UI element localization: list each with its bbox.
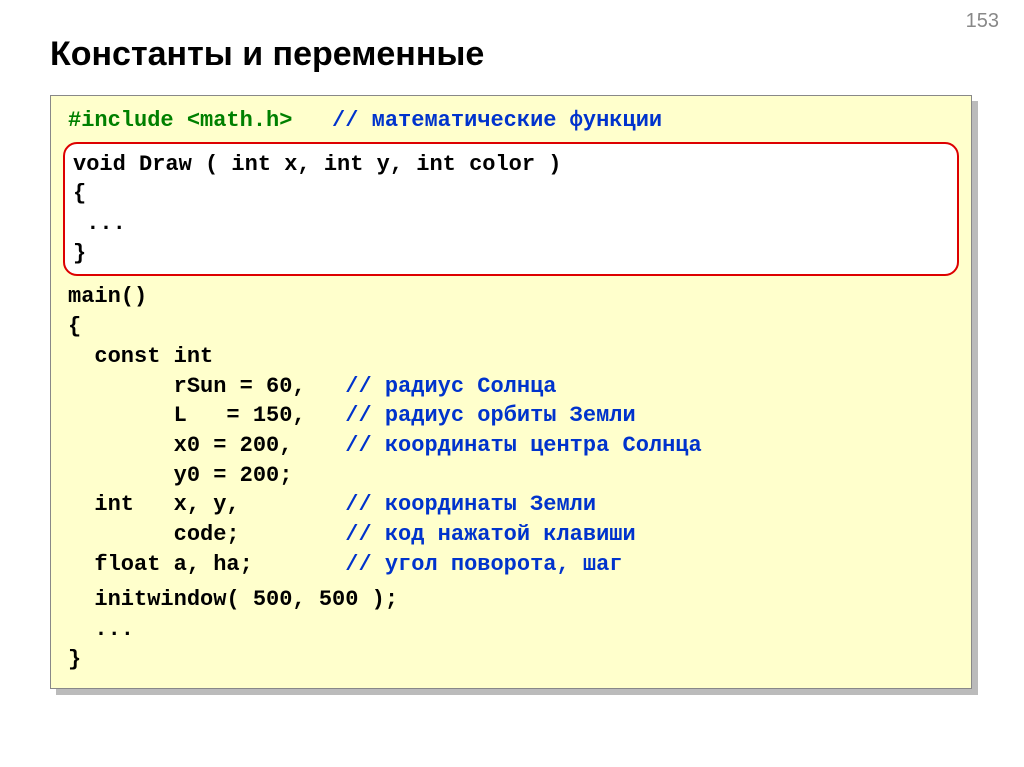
rsun-line: rSun = 60, // радиус Солнца [51,372,971,402]
code-var-comment: // код нажатой клавиши [345,522,635,547]
code-block: #include <math.h> // математические функ… [50,95,972,689]
int-xy-code: int x, y, [68,492,345,517]
draw-function-box: void Draw ( int x, int y, int color ) { … [63,142,959,277]
include-line: #include <math.h> // математические функ… [51,106,971,136]
L-comment: // радиус орбиты Земли [345,403,635,428]
brace-open: { [65,179,957,209]
brace-open-main: { [51,312,971,342]
brace-close-main: } [51,645,971,675]
const-int: const int [51,342,971,372]
float-line: float a, ha; // угол поворота, шаг [51,550,971,580]
L-code: L = 150, [68,403,345,428]
rsun-code: rSun = 60, [68,374,345,399]
include-comment-text: // математические функции [332,108,662,133]
x0-code: x0 = 200, [68,433,345,458]
include-comment [292,108,332,133]
int-xy-comment: // координаты Земли [345,492,596,517]
initwindow-line: initwindow( 500, 500 ); [51,585,971,615]
main-signature: main() [51,282,971,312]
code-var-code: code; [68,522,345,547]
float-code: float a, ha; [68,552,345,577]
slide-title: Константы и переменные [50,35,484,74]
x0-line: x0 = 200, // координаты центра Солнца [51,431,971,461]
brace-close: } [65,239,957,269]
L-line: L = 150, // радиус орбиты Земли [51,401,971,431]
int-xy-line: int x, y, // координаты Земли [51,490,971,520]
draw-signature: void Draw ( int x, int y, int color ) [65,150,957,180]
x0-comment: // координаты центра Солнца [345,433,701,458]
float-comment: // угол поворота, шаг [345,552,622,577]
include-directive: #include <math.h> [68,108,292,133]
y0-line: y0 = 200; [51,461,971,491]
page-number: 153 [966,10,999,33]
rsun-comment: // радиус Солнца [345,374,556,399]
dots-line: ... [51,615,971,645]
ellipsis: ... [65,209,957,239]
code-var-line: code; // код нажатой клавиши [51,520,971,550]
